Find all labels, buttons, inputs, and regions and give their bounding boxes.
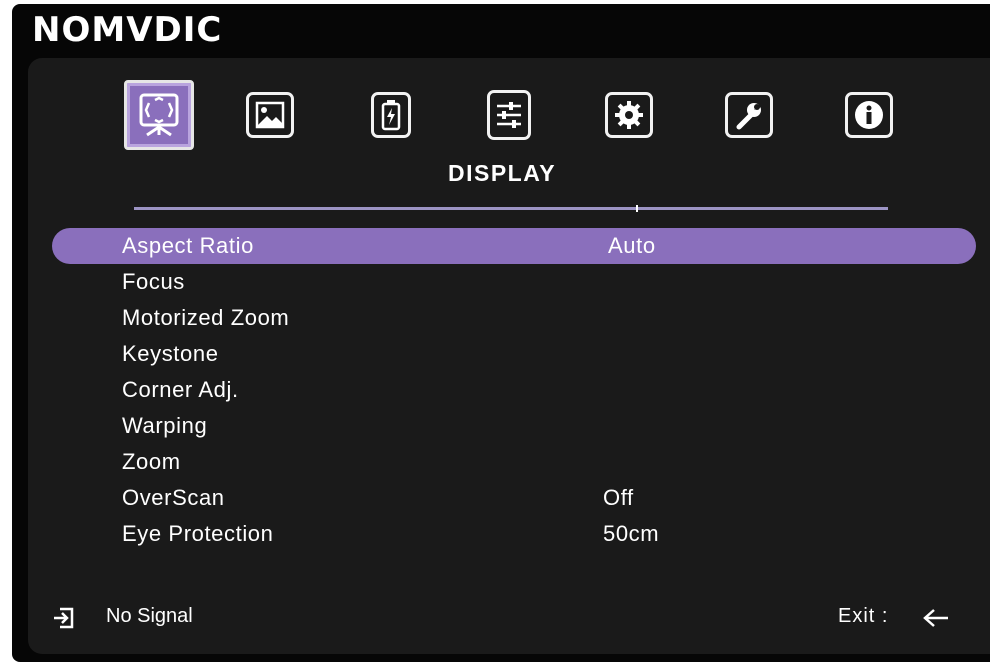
wrench-icon	[725, 92, 773, 138]
menu-item-label: OverScan	[122, 485, 225, 510]
image-icon	[246, 92, 294, 138]
back-arrow-icon[interactable]	[922, 605, 950, 627]
menu-list: Aspect Ratio Auto Focus Motorized Zoom K…	[0, 228, 990, 552]
tab-information[interactable]	[834, 80, 904, 150]
tab-system[interactable]	[714, 80, 784, 150]
signal-status: No Signal	[106, 605, 193, 627]
exit-label[interactable]: Exit :	[838, 598, 888, 634]
underline-tick	[636, 205, 638, 212]
tab-bar	[124, 80, 904, 160]
sliders-icon	[487, 90, 531, 140]
battery-icon	[371, 92, 411, 138]
menu-item-label: Keystone	[122, 341, 219, 366]
menu-item-warping[interactable]: Warping	[0, 408, 990, 444]
menu-item-label: Focus	[122, 269, 185, 294]
tab-advanced[interactable]	[594, 80, 664, 150]
tab-picture[interactable]	[235, 80, 305, 150]
input-source-icon	[52, 605, 74, 629]
menu-item-value: 50cm	[603, 521, 660, 546]
menu-item-zoom[interactable]: Zoom	[0, 444, 990, 480]
tab-power[interactable]	[356, 80, 426, 150]
menu-item-value: Off	[603, 485, 634, 510]
tab-underline	[134, 205, 888, 212]
tab-display[interactable]	[124, 80, 194, 150]
menu-item-value: Auto	[608, 233, 656, 258]
menu-item-label: Eye Protection	[122, 521, 274, 546]
menu-item-corner-adj[interactable]: Corner Adj.	[0, 372, 990, 408]
display-screen-icon	[124, 80, 194, 150]
info-icon	[845, 92, 893, 138]
menu-item-label: Zoom	[122, 449, 181, 474]
menu-item-aspect-ratio[interactable]: Aspect Ratio Auto	[0, 228, 990, 264]
menu-item-keystone[interactable]: Keystone	[0, 336, 990, 372]
menu-item-focus[interactable]: Focus	[0, 264, 990, 300]
brand-logo: NOMVDIC	[32, 10, 223, 50]
menu-item-label: Aspect Ratio	[122, 233, 254, 258]
menu-item-label: Motorized Zoom	[122, 305, 290, 330]
active-tab-title: DISPLAY	[448, 160, 557, 186]
menu-item-eye-protection[interactable]: Eye Protection 50cm	[0, 516, 990, 552]
tab-basic[interactable]	[474, 80, 544, 150]
footer-bar: No Signal Exit :	[0, 598, 990, 634]
menu-item-overscan[interactable]: OverScan Off	[0, 480, 990, 516]
menu-item-motorized-zoom[interactable]: Motorized Zoom	[0, 300, 990, 336]
menu-item-label: Warping	[122, 413, 208, 438]
menu-item-label: Corner Adj.	[122, 377, 239, 402]
gear-icon	[605, 92, 653, 138]
